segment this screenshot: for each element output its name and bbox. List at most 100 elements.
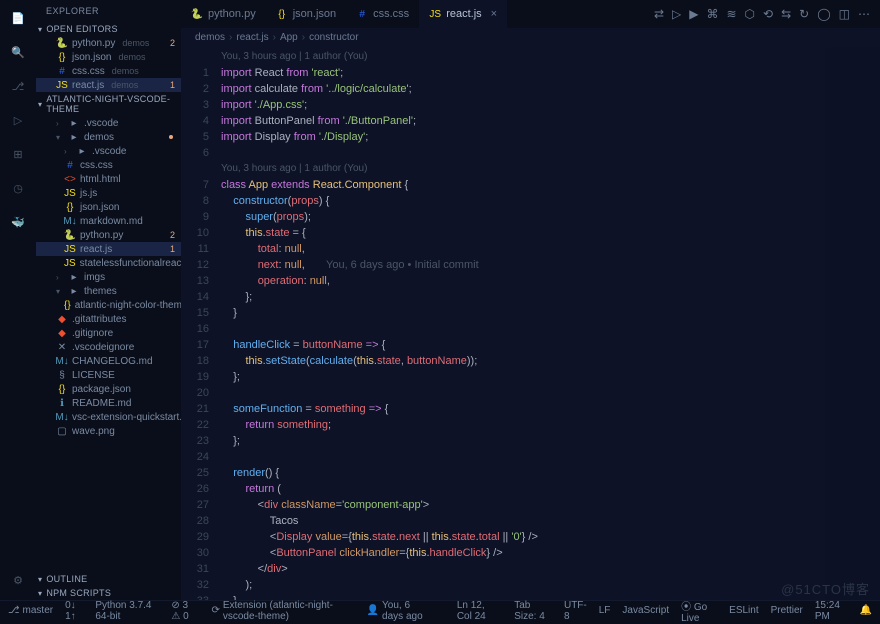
sidebar-title: EXPLORER [36,0,181,22]
tree-item[interactable]: JSstatelessfunctionalreact.js [36,256,181,270]
tree-item[interactable]: M↓markdown.md [36,214,181,228]
remote-icon[interactable]: ◷ [8,178,28,198]
box-icon[interactable]: ⬡ [745,7,755,21]
layers-icon[interactable]: ≋ [726,7,736,21]
breadcrumb-item[interactable]: demos [195,32,225,43]
file-icon: JS [56,79,68,91]
debug-icon[interactable]: ▷ [8,110,28,130]
tab[interactable]: JSreact.js× [419,0,507,28]
status-problems[interactable]: ⊘ 3 ⚠ 0 [171,600,199,622]
status-eol[interactable]: LF [599,605,611,616]
status-bell-icon[interactable]: 🔔 [860,605,872,616]
tree-item[interactable]: ✕.vscodeignore [36,340,181,354]
file-icon: M↓ [64,215,76,227]
run-icon[interactable]: ▷ [672,7,681,21]
tree-item[interactable]: #css.css [36,158,181,172]
minimap[interactable] [825,47,880,600]
breadcrumb-item[interactable]: constructor [309,32,358,43]
tree-item[interactable]: {}json.jsondemos [36,50,181,64]
gear-icon[interactable]: ⚙ [8,570,28,590]
watermark: @51CTO博客 [781,579,870,598]
file-icon: M↓ [56,411,68,423]
file-icon: JS [429,8,441,20]
run2-icon[interactable]: ▶ [689,7,698,21]
file-icon: # [356,8,368,20]
tree-item[interactable]: §LICENSE [36,368,181,382]
open-editors-header[interactable]: OPEN EDITORS [36,22,181,36]
tree-item[interactable]: ◆.gitattributes [36,312,181,326]
close-icon[interactable]: × [491,8,497,20]
tree-item[interactable]: {}package.json [36,382,181,396]
tree-item[interactable]: JSreact.js1 [36,242,181,256]
explorer-icon[interactable]: 📄 [8,8,28,28]
diff-icon[interactable]: ⇆ [781,7,791,21]
file-icon: JS [64,257,76,269]
editor-title-actions: ⇄ ▷ ▶ ⌘ ≋ ⬡ ⟲ ⇆ ↻ ◯ ◫ ⋯ [654,7,880,21]
statusbar: ⎇ master 0↓ 1↑ Python 3.7.4 64-bit ⊘ 3 ⚠… [0,600,880,620]
file-icon: ◆ [56,313,68,325]
status-sync[interactable]: 0↓ 1↑ [65,600,83,622]
breadcrumb-item[interactable]: react.js [236,32,268,43]
tab[interactable]: #css.css [346,0,419,28]
tree-item[interactable]: ›▸.vscode [36,144,181,158]
tab[interactable]: 🐍python.py [181,0,266,28]
tree-item[interactable]: ▾▸themes [36,284,181,298]
docker-icon[interactable]: 🐳 [8,212,28,232]
status-prettier[interactable]: Prettier [771,605,803,616]
status-blame[interactable]: 👤 You, 6 days ago [367,600,433,622]
tree-item[interactable]: ▢wave.png [36,424,181,438]
breadcrumb-item[interactable]: App [280,32,298,43]
file-icon: § [56,369,68,381]
tree-item[interactable]: 🐍python.py2 [36,228,181,242]
status-encoding[interactable]: UTF-8 [564,600,587,622]
refresh-icon[interactable]: ↻ [799,7,809,21]
circle-icon[interactable]: ◯ [817,7,830,21]
file-icon: ◆ [56,327,68,339]
file-icon: ✕ [56,341,68,353]
tree-item[interactable]: ›▸imgs [36,270,181,284]
scm-icon[interactable]: ⎇ [8,76,28,96]
tree-item[interactable]: 🐍python.pydemos2 [36,36,181,50]
file-icon: ▸ [76,145,88,157]
file-icon: ▸ [68,285,80,297]
tree-item[interactable]: {}atlantic-night-color-them… [36,298,181,312]
tab[interactable]: {}json.json [266,0,346,28]
tree-item[interactable]: ▾▸demos [36,130,181,144]
file-icon: ▢ [56,425,68,437]
tree-item[interactable]: {}json.json [36,200,181,214]
file-icon: ▸ [68,131,80,143]
project-header[interactable]: ATLANTIC-NIGHT-VSCODE-THEME [36,92,181,116]
extensions-icon[interactable]: ⊞ [8,144,28,164]
tree-item[interactable]: JSjs.js [36,186,181,200]
outline-header[interactable]: OUTLINE [36,572,181,586]
status-python[interactable]: Python 3.7.4 64-bit [95,600,159,622]
tree-item[interactable]: ◆.gitignore [36,326,181,340]
search-icon[interactable]: 🔍 [8,42,28,62]
file-icon: JS [64,187,76,199]
tree-item[interactable]: M↓vsc-extension-quickstart.md [36,410,181,424]
status-extension[interactable]: ⟳ Extension (atlantic-night-vscode-theme… [211,600,354,622]
tree-item[interactable]: ℹREADME.md [36,396,181,410]
more-icon[interactable]: ⋯ [858,7,870,21]
file-icon: {} [276,8,288,20]
editor-area: 🐍python.py{}json.json#css.cssJSreact.js×… [181,0,880,600]
status-position[interactable]: Ln 12, Col 24 [457,600,502,622]
status-language[interactable]: JavaScript [622,605,669,616]
link-icon[interactable]: ⟲ [763,7,773,21]
tree-item[interactable]: <>html.html [36,172,181,186]
tree-item[interactable]: ›▸.vscode [36,116,181,130]
grid-icon[interactable]: ⌘ [706,7,718,21]
npm-scripts-header[interactable]: NPM SCRIPTS [36,586,181,600]
status-tabsize[interactable]: Tab Size: 4 [514,600,552,622]
status-branch[interactable]: ⎇ master [8,605,53,616]
tree-item[interactable]: #css.cssdemos [36,64,181,78]
file-icon: ▸ [68,271,80,283]
file-icon: 🐍 [191,8,203,20]
split-icon[interactable]: ◫ [839,7,850,21]
breadcrumbs[interactable]: demos›react.js›App›constructor [181,28,880,47]
tree-item[interactable]: JSreact.jsdemos1 [36,78,181,92]
tree-item[interactable]: M↓CHANGELOG.md [36,354,181,368]
code-editor[interactable]: You, 3 hours ago | 1 author (You)import … [221,47,880,600]
status-eslint[interactable]: ESLint [729,605,758,616]
compare-icon[interactable]: ⇄ [654,7,664,21]
